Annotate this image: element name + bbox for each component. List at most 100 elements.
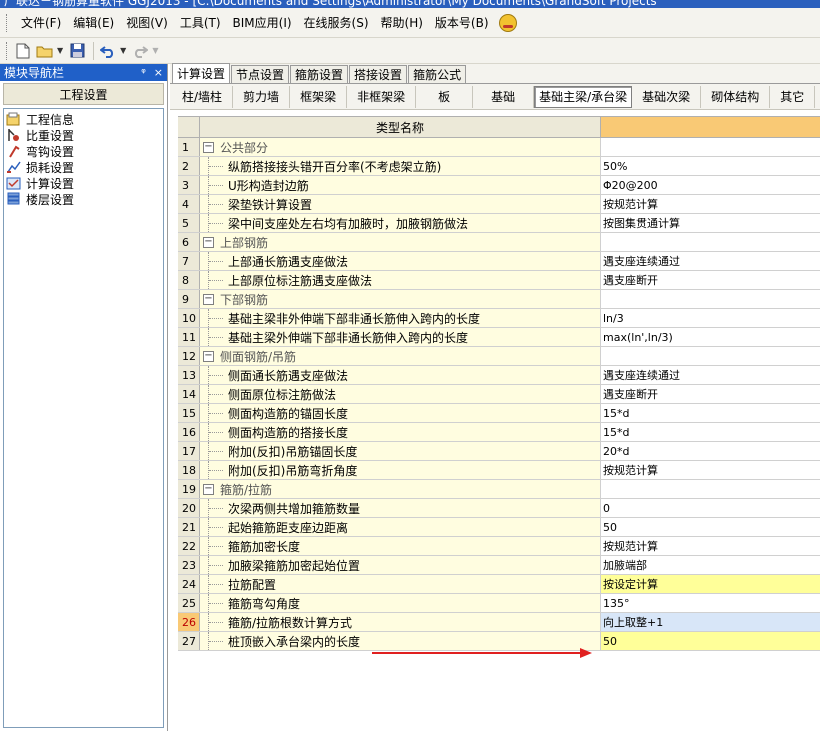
grid-row[interactable]: 8 上部原位标注筋遇支座做法 遇支座断开 bbox=[178, 271, 820, 290]
grid-row[interactable]: 20 次梁两侧共增加箍筋数量 0 bbox=[178, 499, 820, 518]
setting-name-cell[interactable]: 上部通长筋遇支座做法 bbox=[200, 252, 601, 270]
tree-item-loss-settings[interactable]: 损耗设置 bbox=[6, 159, 161, 175]
menu-bim[interactable]: BIM应用(I) bbox=[227, 14, 298, 31]
subtab-shear-wall[interactable]: 剪力墙 bbox=[233, 85, 291, 108]
redo-dropdown-icon[interactable]: ▼ bbox=[152, 46, 158, 55]
tab-node-settings[interactable]: 节点设置 bbox=[231, 65, 290, 83]
setting-value-cell[interactable]: 遇支座断开 bbox=[601, 385, 820, 403]
subtab-masonry[interactable]: 砌体结构 bbox=[701, 85, 771, 108]
setting-value-cell[interactable]: 50 bbox=[601, 518, 820, 536]
setting-value-cell[interactable]: max(ln',ln/3) bbox=[601, 328, 820, 346]
grid-row[interactable]: 27 桩顶嵌入承台梁内的长度 50 bbox=[178, 632, 820, 651]
grid-row[interactable]: 25 箍筋弯勾角度 135° bbox=[178, 594, 820, 613]
setting-name-cell[interactable]: 附加(反扣)吊筋弯折角度 bbox=[200, 461, 601, 479]
tree-item-hook-settings[interactable]: 弯钩设置 bbox=[6, 143, 161, 159]
grid-row[interactable]: 17 附加(反扣)吊筋锚固长度 20*d bbox=[178, 442, 820, 461]
tab-lap-settings[interactable]: 搭接设置 bbox=[349, 65, 408, 83]
new-file-button[interactable] bbox=[13, 41, 33, 61]
setting-value-cell[interactable]: 按规范计算 bbox=[601, 461, 820, 479]
setting-name-cell[interactable]: 侧面构造筋的锚固长度 bbox=[200, 404, 601, 422]
close-icon[interactable]: × bbox=[154, 66, 163, 79]
setting-name-cell[interactable]: 拉筋配置 bbox=[200, 575, 601, 593]
subtab-non-frame-beam[interactable]: 非框架梁 bbox=[347, 85, 417, 108]
tab-calc-settings[interactable]: 计算设置 bbox=[172, 63, 231, 83]
tab-stirrup-settings[interactable]: 箍筋设置 bbox=[290, 65, 349, 83]
setting-value-cell[interactable]: ln/3 bbox=[601, 309, 820, 327]
grid-row[interactable]: 2 纵筋搭接接头错开百分率(不考虑架立筋) 50% bbox=[178, 157, 820, 176]
setting-name-cell[interactable]: 侧面构造筋的搭接长度 bbox=[200, 423, 601, 441]
setting-value-cell[interactable]: 135° bbox=[601, 594, 820, 612]
open-file-button[interactable] bbox=[35, 41, 55, 61]
collapse-icon[interactable]: − bbox=[203, 350, 214, 362]
setting-name-cell[interactable]: 侧面通长筋遇支座做法 bbox=[200, 366, 601, 384]
setting-name-cell[interactable]: 箍筋弯勾角度 bbox=[200, 594, 601, 612]
setting-value-cell[interactable]: 加腋端部 bbox=[601, 556, 820, 574]
redo-button[interactable] bbox=[130, 41, 150, 61]
setting-name-cell[interactable]: 侧面原位标注筋做法 bbox=[200, 385, 601, 403]
undo-dropdown-icon[interactable]: ▼ bbox=[120, 46, 126, 55]
grid-row[interactable]: 14 侧面原位标注筋做法 遇支座断开 bbox=[178, 385, 820, 404]
grid-row[interactable]: 3 U形构造封边筋 Φ20@200 bbox=[178, 176, 820, 195]
subtab-slab[interactable]: 板 bbox=[416, 85, 474, 108]
grid-row[interactable]: 10 基础主梁非外伸端下部非通长筋伸入跨内的长度 ln/3 bbox=[178, 309, 820, 328]
setting-name-cell[interactable]: − 上部钢筋 bbox=[200, 233, 601, 251]
menu-online-service[interactable]: 在线服务(S) bbox=[298, 14, 375, 31]
setting-value-cell[interactable]: 50 bbox=[601, 632, 820, 650]
subtab-column-wall-column[interactable]: 柱/墙柱 bbox=[172, 85, 234, 108]
setting-name-cell[interactable]: − 侧面钢筋/吊筋 bbox=[200, 347, 601, 365]
grid-group-row[interactable]: 6− 上部钢筋 bbox=[178, 233, 820, 252]
subtab-foundation[interactable]: 基础 bbox=[473, 85, 535, 108]
subtab-foundation-secondary-beam[interactable]: 基础次梁 bbox=[632, 85, 702, 108]
setting-value-cell[interactable]: 按规范计算 bbox=[601, 537, 820, 555]
open-dropdown-icon[interactable]: ▼ bbox=[57, 46, 63, 55]
setting-name-cell[interactable]: 起始箍筋距支座边距离 bbox=[200, 518, 601, 536]
collapse-icon[interactable]: − bbox=[203, 293, 214, 305]
setting-value-cell[interactable] bbox=[601, 290, 820, 308]
collapse-icon[interactable]: − bbox=[203, 141, 214, 153]
setting-name-cell[interactable]: 桩顶嵌入承台梁内的长度 bbox=[200, 632, 601, 650]
setting-name-cell[interactable]: 箍筋加密长度 bbox=[200, 537, 601, 555]
setting-value-cell[interactable]: 15*d bbox=[601, 423, 820, 441]
menu-tools[interactable]: 工具(T) bbox=[174, 14, 227, 31]
grid-row[interactable]: 16 侧面构造筋的搭接长度 15*d bbox=[178, 423, 820, 442]
save-button[interactable] bbox=[67, 41, 87, 61]
tab-stirrup-formula[interactable]: 箍筋公式 bbox=[408, 65, 467, 83]
subtab-other[interactable]: 其它 bbox=[770, 85, 816, 108]
grid-row[interactable]: 13 侧面通长筋遇支座做法 遇支座连续通过 bbox=[178, 366, 820, 385]
menu-edit[interactable]: 编辑(E) bbox=[67, 14, 120, 31]
tree-item-project-info[interactable]: 工程信息 bbox=[6, 111, 161, 127]
helmet-icon[interactable] bbox=[498, 13, 517, 32]
section-button-project-settings[interactable]: 工程设置 bbox=[3, 83, 164, 105]
undo-button[interactable] bbox=[98, 41, 118, 61]
setting-name-cell[interactable]: 基础主梁非外伸端下部非通长筋伸入跨内的长度 bbox=[200, 309, 601, 327]
setting-value-cell[interactable]: 按图集贯通计算 bbox=[601, 214, 820, 232]
setting-value-cell[interactable]: 按规范计算 bbox=[601, 195, 820, 213]
grid-row[interactable]: 18 附加(反扣)吊筋弯折角度 按规范计算 bbox=[178, 461, 820, 480]
setting-value-cell[interactable]: 遇支座连续通过 bbox=[601, 252, 820, 270]
menu-version[interactable]: 版本号(B) bbox=[429, 14, 495, 31]
setting-name-cell[interactable]: − 箍筋/拉筋 bbox=[200, 480, 601, 498]
grid-row[interactable]: 5 梁中间支座处左右均有加腋时，加腋钢筋做法 按图集贯通计算 bbox=[178, 214, 820, 233]
grid-group-row[interactable]: 12− 侧面钢筋/吊筋 bbox=[178, 347, 820, 366]
grid-row[interactable]: 22 箍筋加密长度 按规范计算 bbox=[178, 537, 820, 556]
setting-name-cell[interactable]: 次梁两侧共增加箍筋数量 bbox=[200, 499, 601, 517]
grid-row[interactable]: 4 梁垫铁计算设置 按规范计算 bbox=[178, 195, 820, 214]
grid-row[interactable]: 11 基础主梁外伸端下部非通长筋伸入跨内的长度 max(ln',ln/3) bbox=[178, 328, 820, 347]
setting-value-cell[interactable] bbox=[601, 347, 820, 365]
subtab-foundation-main-beam[interactable]: 基础主梁/承台梁 bbox=[534, 85, 633, 108]
setting-value-cell[interactable]: 向上取整+1 bbox=[601, 613, 820, 631]
subtab-frame-beam[interactable]: 框架梁 bbox=[290, 85, 348, 108]
menu-help[interactable]: 帮助(H) bbox=[375, 14, 429, 31]
grid-row[interactable]: 15 侧面构造筋的锚固长度 15*d bbox=[178, 404, 820, 423]
menu-view[interactable]: 视图(V) bbox=[120, 14, 174, 31]
setting-value-cell[interactable] bbox=[601, 480, 820, 498]
tree-item-floor-settings[interactable]: 楼层设置 bbox=[6, 191, 161, 207]
collapse-icon[interactable]: − bbox=[203, 483, 214, 495]
tree-item-weight-settings[interactable]: 比重设置 bbox=[6, 127, 161, 143]
setting-value-cell[interactable]: 15*d bbox=[601, 404, 820, 422]
setting-name-cell[interactable]: 梁垫铁计算设置 bbox=[200, 195, 601, 213]
grid-row[interactable]: 26 箍筋/拉筋根数计算方式 向上取整+1 bbox=[178, 613, 820, 632]
setting-name-cell[interactable]: 附加(反扣)吊筋锚固长度 bbox=[200, 442, 601, 460]
setting-value-cell[interactable]: 20*d bbox=[601, 442, 820, 460]
setting-value-cell[interactable]: 遇支座连续通过 bbox=[601, 366, 820, 384]
